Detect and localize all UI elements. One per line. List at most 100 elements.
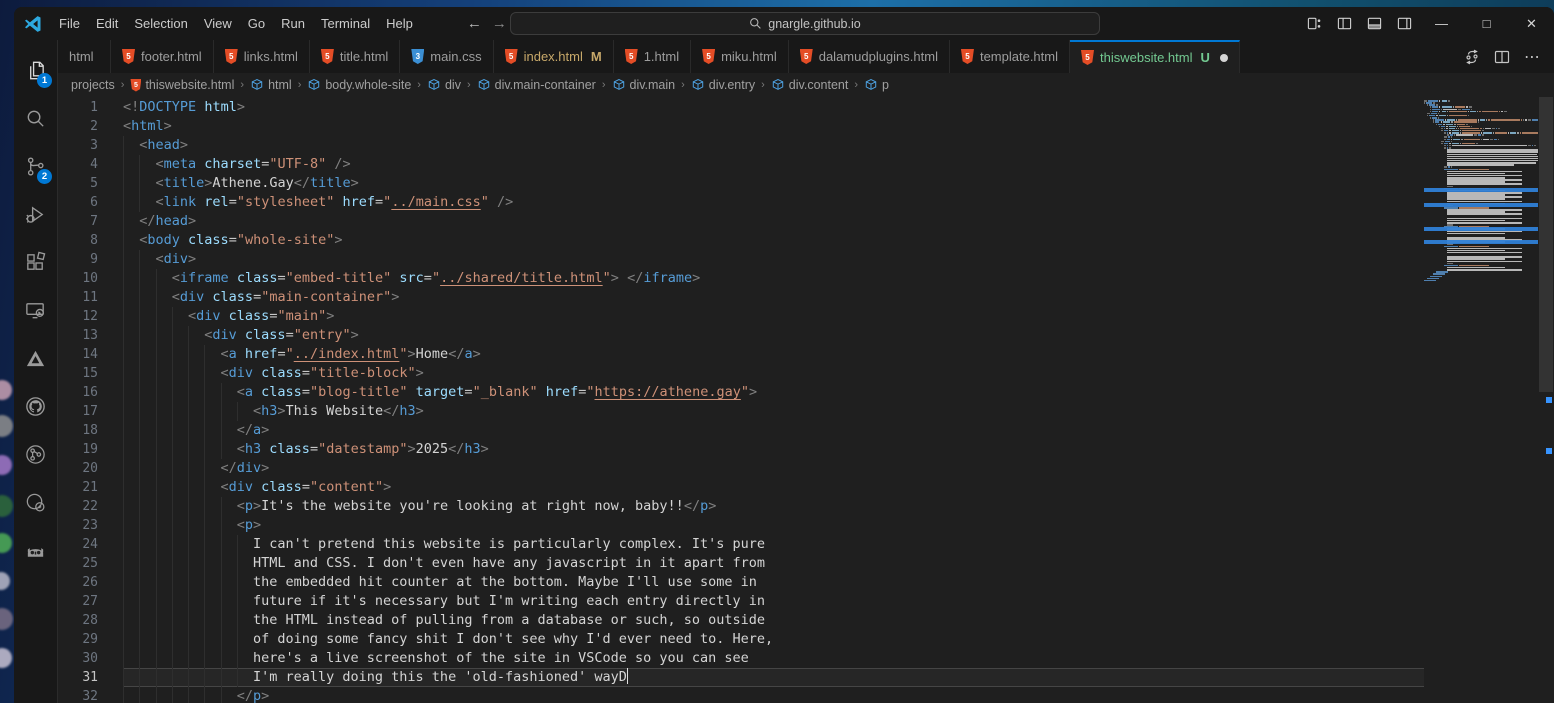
indent-guide: [156, 478, 172, 497]
indent-guide: [156, 554, 172, 573]
code-line-30[interactable]: here's a live screenshot of the site in …: [123, 649, 1424, 668]
menu-file[interactable]: File: [51, 13, 88, 34]
indent-guide: [188, 592, 204, 611]
tab-main.css[interactable]: 3main.css: [400, 40, 493, 73]
explorer-icon[interactable]: 1: [14, 46, 57, 94]
toggle-sidebar-icon[interactable]: [1329, 11, 1359, 37]
run-and-debug-icon[interactable]: [14, 190, 57, 238]
code-line-16[interactable]: <a class="blog-title" target="_blank" hr…: [123, 383, 1424, 402]
code-line-7[interactable]: </head>: [123, 212, 1424, 231]
menu-selection[interactable]: Selection: [126, 13, 195, 34]
code-line-2[interactable]: <html>: [123, 117, 1424, 136]
maximize-button[interactable]: □: [1464, 7, 1509, 40]
code-line-11[interactable]: <div class="main-container">: [123, 288, 1424, 307]
menu-edit[interactable]: Edit: [88, 13, 126, 34]
github-icon[interactable]: [14, 382, 57, 430]
code-line-5[interactable]: <title>Athene.Gay</title>: [123, 174, 1424, 193]
code-line-9[interactable]: <div>: [123, 250, 1424, 269]
code-line-20[interactable]: </div>: [123, 459, 1424, 478]
indent-guide: [204, 497, 220, 516]
indent-guide: [139, 402, 155, 421]
menu-view[interactable]: View: [196, 13, 240, 34]
desktop-icon: [0, 455, 12, 475]
gitlens-icon[interactable]: [14, 478, 57, 526]
breadcrumb-item-div.entry[interactable]: div.entry: [691, 78, 755, 92]
tab-links.html[interactable]: 5links.html: [214, 40, 310, 73]
more-actions-icon[interactable]: ⋯: [1524, 47, 1540, 67]
breadcrumb-item-p[interactable]: p: [864, 78, 889, 92]
tab-title.html[interactable]: 5title.html: [310, 40, 400, 73]
code-line-15[interactable]: <div class="title-block">: [123, 364, 1424, 383]
unsaved-changes-dot[interactable]: [1220, 54, 1228, 62]
menu-go[interactable]: Go: [240, 13, 273, 34]
code-line-6[interactable]: <link rel="stylesheet" href="../main.css…: [123, 193, 1424, 212]
search-icon[interactable]: [14, 94, 57, 142]
menu-help[interactable]: Help: [378, 13, 421, 34]
code-line-22[interactable]: <p>It's the website you're looking at ri…: [123, 497, 1424, 516]
code-line-13[interactable]: <div class="entry">: [123, 326, 1424, 345]
split-editor-icon[interactable]: [1494, 49, 1510, 65]
code-line-29[interactable]: of doing some fancy shit I don't see why…: [123, 630, 1424, 649]
scrollbar-slider[interactable]: [1539, 97, 1553, 392]
vertical-scrollbar[interactable]: [1538, 97, 1554, 703]
code-line-25[interactable]: HTML and CSS. I don't even have any java…: [123, 554, 1424, 573]
tab-dalamudplugins.html[interactable]: 5dalamudplugins.html: [789, 40, 950, 73]
code-line-1[interactable]: <!DOCTYPE html>: [123, 98, 1424, 117]
menu-terminal[interactable]: Terminal: [313, 13, 378, 34]
tab-miku.html[interactable]: 5miku.html: [691, 40, 789, 73]
indent-guide: [172, 630, 188, 649]
code-line-18[interactable]: </a>: [123, 421, 1424, 440]
tab-thiswebsite.html[interactable]: 5thiswebsite.htmlU: [1070, 40, 1240, 73]
close-button[interactable]: ✕: [1509, 7, 1554, 40]
code-line-32[interactable]: </p>: [123, 687, 1424, 703]
toggle-panel-icon[interactable]: [1359, 11, 1389, 37]
customize-layout-icon[interactable]: [1299, 11, 1329, 37]
tab-template.html[interactable]: 5template.html: [950, 40, 1070, 73]
code-line-31[interactable]: I'm really doing this the 'old-fashioned…: [123, 668, 1424, 687]
breadcrumb-item-body.whole-site[interactable]: body.whole-site: [307, 78, 411, 92]
code-line-21[interactable]: <div class="content">: [123, 478, 1424, 497]
breadcrumb-item-div.main[interactable]: div.main: [612, 78, 676, 92]
code-line-4[interactable]: <meta charset="UTF-8" />: [123, 155, 1424, 174]
godot-engine-icon[interactable]: [14, 526, 57, 574]
code-line-26[interactable]: the embedded hit counter at the bottom. …: [123, 573, 1424, 592]
breadcrumb-item-projects[interactable]: projects: [71, 78, 115, 92]
tab-footer.html[interactable]: 5footer.html: [111, 40, 214, 73]
minimize-button[interactable]: ―: [1419, 7, 1464, 40]
code-line-3[interactable]: <head>: [123, 136, 1424, 155]
remote-explorer-icon[interactable]: [14, 286, 57, 334]
breadcrumb-item-div.main-container[interactable]: div.main-container: [477, 78, 596, 92]
tab-index.html[interactable]: 5index.htmlM: [494, 40, 614, 73]
code-line-12[interactable]: <div class="main">: [123, 307, 1424, 326]
code-line-17[interactable]: <h3>This Website</h3>: [123, 402, 1424, 421]
code-line-10[interactable]: <iframe class="embed-title" src="../shar…: [123, 269, 1424, 288]
code-line-8[interactable]: <body class="whole-site">: [123, 231, 1424, 250]
code-area[interactable]: <!DOCTYPE html><html><head><meta charset…: [123, 98, 1424, 703]
breadcrumb-item-div[interactable]: div: [427, 78, 461, 92]
tab-1.html[interactable]: 51.html: [614, 40, 691, 73]
line-number: 18: [58, 421, 123, 440]
nav-forward-icon[interactable]: →: [492, 15, 507, 32]
source-control-icon[interactable]: 2: [14, 142, 57, 190]
breadcrumb-item-thiswebsite.html[interactable]: 5thiswebsite.html: [130, 78, 234, 92]
git-graph-icon[interactable]: [14, 430, 57, 478]
tab-html[interactable]: html: [58, 40, 111, 73]
menu-run[interactable]: Run: [273, 13, 313, 34]
compare-changes-icon[interactable]: [1464, 49, 1480, 65]
nav-back-icon[interactable]: ←: [467, 15, 482, 32]
triangle-a-extension-icon[interactable]: [14, 334, 57, 382]
code-line-14[interactable]: <a href="../index.html">Home</a>: [123, 345, 1424, 364]
code-line-19[interactable]: <h3 class="datestamp">2025</h3>: [123, 440, 1424, 459]
extensions-icon[interactable]: [14, 238, 57, 286]
breadcrumb-item-div.content[interactable]: div.content: [771, 78, 849, 92]
code-line-23[interactable]: <p>: [123, 516, 1424, 535]
code-line-24[interactable]: I can't pretend this website is particul…: [123, 535, 1424, 554]
breadcrumb-item-html[interactable]: html: [250, 78, 292, 92]
code-line-27[interactable]: future if it's necessary but I'm writing…: [123, 592, 1424, 611]
code-line-28[interactable]: the HTML instead of pulling from a datab…: [123, 611, 1424, 630]
breadcrumb-separator: ›: [298, 79, 302, 91]
breadcrumb-label: div.main-container: [495, 78, 596, 92]
minimap[interactable]: [1424, 97, 1538, 703]
command-center-searchbox[interactable]: gnargle.github.io: [510, 12, 1100, 35]
toggle-secondary-sidebar-icon[interactable]: [1389, 11, 1419, 37]
